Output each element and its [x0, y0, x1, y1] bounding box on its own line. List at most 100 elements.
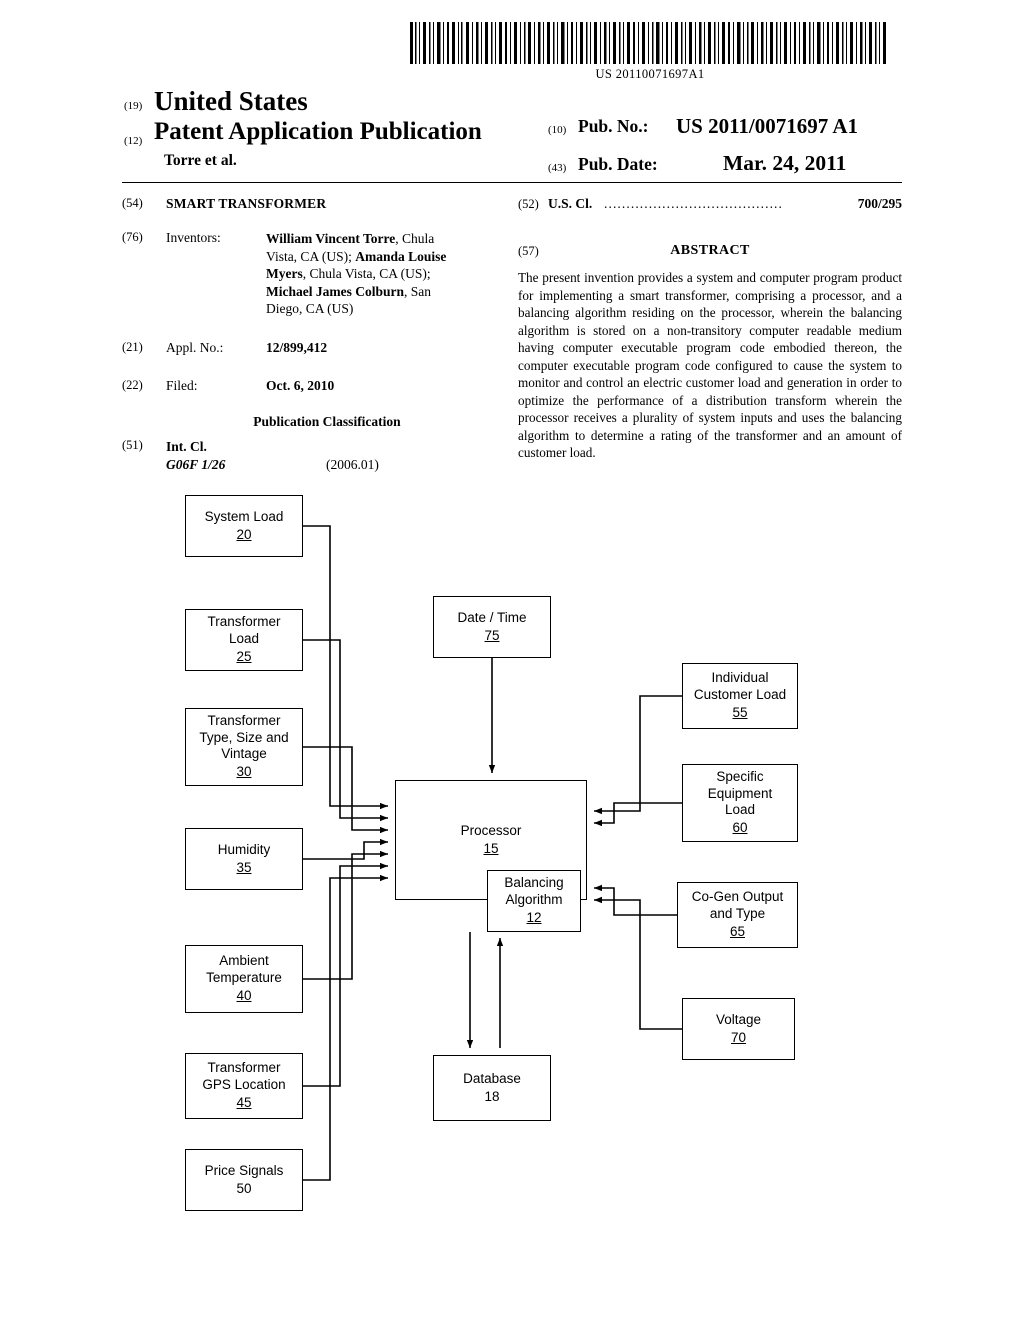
diagram-node-number: 18: [484, 1089, 500, 1104]
tag-52: (52): [518, 197, 539, 211]
pub-date-label: Pub. Date:: [578, 154, 658, 174]
bibliographic-right-column: (52) U.S. Cl. ..........................…: [518, 196, 902, 462]
field-int-cl: (51) Int. Cl. G06F 1/26 (2006.01): [122, 438, 502, 474]
field-us-cl: (52) U.S. Cl. ..........................…: [518, 196, 902, 216]
int-cl-block: Int. Cl. G06F 1/26 (2006.01): [166, 438, 502, 474]
field-title: (54) SMART TRANSFORMER: [122, 196, 502, 212]
publication-number-row: (10) Pub. No.: US 2011/0071697 A1: [548, 114, 898, 146]
header-divider: [122, 182, 902, 183]
inventor-3-name: Michael James Colburn: [266, 283, 404, 299]
diagram-node-number: 65: [729, 924, 746, 940]
diagram-node-number: 30: [236, 764, 252, 780]
diagram-node-label: Database: [463, 1070, 521, 1086]
diagram-node-label: System Load: [204, 508, 284, 524]
diagram-node-number: 40: [236, 988, 252, 1004]
diagram-node-label: Transformer Type, Size and Vintage: [199, 713, 289, 761]
diagram-node-number: 25: [236, 649, 252, 665]
tag-10: (10): [548, 124, 567, 136]
barcode-block: US 20110071697A1: [410, 22, 890, 82]
diagram-node-label: Voltage: [715, 1011, 762, 1027]
diagram-node-transformer_load: Transformer Load 25: [185, 609, 303, 671]
inventor-3-loc2: Diego, CA (US): [266, 301, 354, 317]
inventor-3-loc: , San: [404, 283, 431, 299]
tag-21: (21): [122, 339, 143, 354]
diagram-node-label: Price Signals: [204, 1162, 284, 1178]
diagram-node-label: Balancing Algorithm: [504, 875, 564, 907]
diagram-node-label: Processor: [460, 822, 522, 838]
diagram-node-number: 12: [526, 910, 542, 926]
diagram-node-label: Date / Time: [457, 609, 527, 625]
authors-line: Torre et al.: [164, 152, 237, 169]
pub-no-label: Pub. No.:: [578, 116, 649, 136]
tag-22: (22): [122, 377, 143, 392]
diagram-node-label: Transformer GPS Location: [202, 1060, 286, 1092]
abstract-title: ABSTRACT: [670, 243, 750, 258]
invention-title: SMART TRANSFORMER: [166, 196, 327, 211]
barcode-number: US 20110071697A1: [595, 67, 705, 81]
appl-no-value: 12/899,412: [266, 339, 328, 355]
tag-19: (19): [124, 100, 143, 112]
diagram-node-humidity: Humidity 35: [185, 828, 303, 890]
inventor-2-loc: , Chula Vista, CA (US);: [302, 266, 431, 282]
diagram-node-database: Database 18: [433, 1055, 551, 1121]
header-right: (10) Pub. No.: US 2011/0071697 A1 (43) P…: [548, 114, 898, 184]
diagram-node-number: 70: [730, 1030, 747, 1045]
diagram-node-ambient_temperature: Ambient Temperature 40: [185, 945, 303, 1013]
barcode-image: [410, 22, 886, 64]
diagram-node-number: 60: [732, 820, 748, 836]
diagram-node-date_time: Date / Time 75: [433, 596, 551, 658]
abstract-heading: (57) ABSTRACT: [518, 243, 902, 265]
tag-51: (51): [122, 437, 143, 452]
inventor-1-loc: , Chula: [395, 231, 435, 246]
inventor-2-name-b: Myers: [266, 266, 303, 282]
diagram-node-balancing_algorithm: Balancing Algorithm 12: [487, 870, 581, 932]
diagram-node-voltage: Voltage 70: [682, 998, 795, 1060]
diagram-node-number: 75: [484, 628, 500, 643]
publication-classification-heading: Publication Classification: [253, 413, 401, 429]
field-appl-no: (21) Appl. No.: 12/899,412: [122, 340, 502, 356]
country-title: United States: [154, 86, 308, 116]
inventor-1-name: William Vincent Torre: [266, 231, 396, 246]
pub-date-value: Mar. 24, 2011: [723, 151, 847, 175]
field-filed: (22) Filed: Oct. 6, 2010: [122, 378, 502, 394]
diagram-node-price_signals: Price Signals 50: [185, 1149, 303, 1211]
diagram-node-label: Transformer Load: [207, 614, 281, 646]
filed-value: Oct. 6, 2010: [266, 377, 335, 393]
diagram-node-label: Individual Customer Load: [693, 670, 787, 702]
diagram-node-system_load: System Load 20: [185, 495, 303, 557]
diagram-node-number: 55: [732, 705, 748, 721]
int-cl-label: Int. Cl.: [166, 438, 207, 454]
tag-43: (43): [548, 162, 567, 174]
diagram-node-label: Humidity: [217, 841, 271, 857]
diagram-node-number: 45: [236, 1095, 252, 1111]
us-cl-dots: ........................................: [604, 196, 783, 211]
pub-no-value: US 2011/0071697 A1: [676, 114, 859, 138]
diagram-node-transformer_type: Transformer Type, Size and Vintage 30: [185, 708, 303, 786]
inventor-1-loc2: Vista, CA (US);: [266, 248, 356, 264]
inventors-label: Inventors:: [166, 230, 221, 245]
field-inventors: (76) Inventors: William Vincent Torre, C…: [122, 230, 502, 318]
diagram-node-transformer_gps: Transformer GPS Location 45: [185, 1053, 303, 1119]
diagram-node-number: 50: [236, 1181, 252, 1196]
diagram-node-label: Co-Gen Output and Type: [691, 889, 784, 921]
inventor-2-name-a: Amanda Louise: [355, 248, 447, 264]
abstract-text: The present invention provides a system …: [518, 270, 902, 461]
tag-12: (12): [124, 135, 143, 147]
tag-54: (54): [122, 196, 143, 210]
document-type-title: Patent Application Publication: [154, 118, 482, 145]
figure-block-diagram: System Load 20 Transformer Load 25 Date / Ti…: [0, 470, 1024, 1250]
publication-date-row: (43) Pub. Date: Mar. 24, 2011: [548, 151, 898, 184]
tag-76: (76): [122, 230, 143, 244]
diagram-node-number: 35: [236, 860, 252, 875]
us-cl-label: U.S. Cl.: [548, 196, 593, 211]
diagram-node-individual_customer_load: Individual Customer Load 55: [682, 663, 798, 729]
diagram-node-cogen_output: Co-Gen Output and Type 65: [677, 882, 798, 948]
inventors-value: William Vincent Torre, Chula Vista, CA (…: [266, 230, 502, 318]
us-cl-value: 700/295: [857, 196, 902, 211]
bibliographic-left-column: (54) SMART TRANSFORMER (76) Inventors: W…: [122, 196, 502, 485]
diagram-node-specific_equipment_load: Specific Equipment Load 60: [682, 764, 798, 842]
filed-label: Filed:: [166, 377, 198, 393]
diagram-node-number: 20: [236, 527, 252, 542]
diagram-node-number: 15: [483, 841, 499, 856]
appl-no-label: Appl. No.:: [166, 339, 224, 355]
